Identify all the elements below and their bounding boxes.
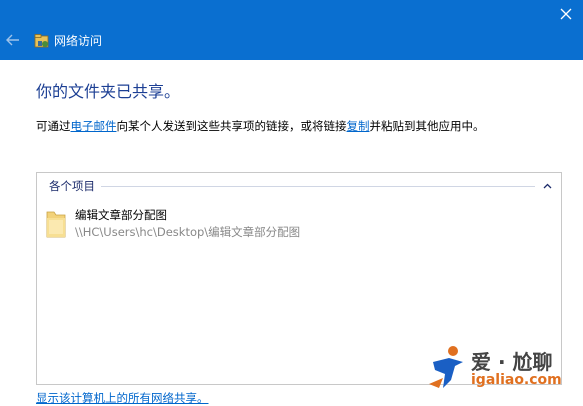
copy-link[interactable]: 复制 <box>347 119 370 133</box>
chevron-up-icon <box>543 183 551 189</box>
watermark-line1: 爱 · 尬聊 <box>471 350 553 374</box>
show-all-shares-link[interactable]: 显示该计算机上的所有网络共享。 <box>36 390 209 406</box>
window-title: 网络访问 <box>54 34 103 48</box>
close-button[interactable] <box>549 0 583 28</box>
collapse-button[interactable] <box>541 180 553 192</box>
back-arrow-icon <box>6 34 19 46</box>
network-access-icon <box>34 34 49 48</box>
watermark-line2: igaliao.com <box>471 372 562 388</box>
close-icon <box>560 8 572 20</box>
item-path: \\HC\Users\hc\Desktop\编辑文章部分配图 <box>75 225 301 239</box>
group-divider <box>101 185 535 187</box>
share-description: 可通过电子邮件向某个人发送到这些共享项的链接，或将链接复制并粘贴到其他应用中。 <box>36 118 485 134</box>
desc-prefix: 可通过 <box>36 119 71 133</box>
item-name: 编辑文章部分配图 <box>75 208 167 222</box>
email-link[interactable]: 电子邮件 <box>71 119 117 133</box>
list-item[interactable]: 编辑文章部分配图 \\HC\Users\hc\Desktop\编辑文章部分配图 <box>45 205 345 241</box>
group-label: 各个项目 <box>49 179 95 193</box>
page-heading: 你的文件夹已共享。 <box>36 82 181 101</box>
back-button[interactable] <box>4 31 22 49</box>
group-header: 各个项目 <box>49 179 553 193</box>
desc-middle: 向某个人发送到这些共享项的链接，或将链接 <box>116 119 347 133</box>
desc-suffix: 并粘贴到其他应用中。 <box>369 119 485 133</box>
watermark-logo: 爱 · 尬聊 igaliao.com <box>425 344 575 392</box>
watermark-figure-icon <box>429 346 463 388</box>
folder-icon <box>46 211 66 238</box>
title-bar: 网络访问 <box>0 0 583 60</box>
